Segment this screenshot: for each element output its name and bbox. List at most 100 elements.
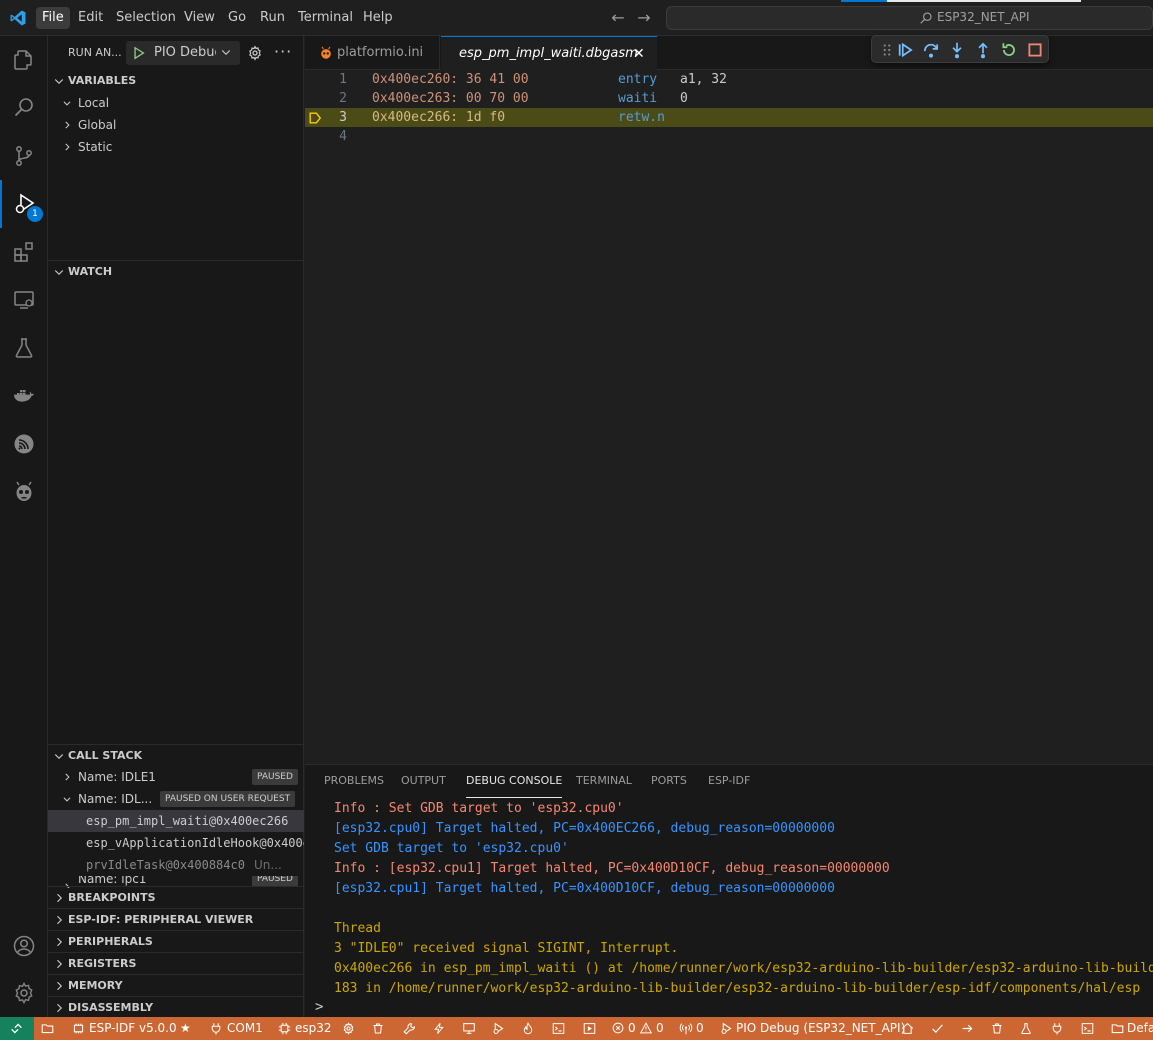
menu-view[interactable]: View: [178, 7, 221, 29]
debug-config-select[interactable]: PIO Debug: [126, 41, 240, 65]
flash-icon[interactable]: [433, 1022, 445, 1035]
run-debug-icon[interactable]: 1: [0, 180, 48, 228]
variables-scope-global[interactable]: Global: [48, 114, 304, 136]
memory-section-header[interactable]: MEMORY: [48, 974, 304, 996]
remote-indicator[interactable]: [0, 1017, 34, 1040]
tab-platformio-ini[interactable]: platformio.ini: [305, 36, 440, 70]
variables-scope-static[interactable]: Static: [48, 136, 304, 158]
menu-go[interactable]: Go: [222, 7, 252, 29]
code-line: 2 0x400ec263: 00 70 00 waiti 0: [305, 89, 1153, 108]
explorer-icon[interactable]: [0, 36, 48, 84]
project-environment[interactable]: Defa: [1127, 1017, 1153, 1040]
stack-frame-row[interactable]: prvIdleTask@0x400884c0 Un...: [48, 854, 304, 876]
stack-frame-row[interactable]: esp_vApplicationIdleHook@0x400ec: [48, 832, 304, 854]
warning-icon[interactable]: [640, 1022, 652, 1034]
variables-scope-local[interactable]: Local: [48, 92, 304, 114]
menu-help[interactable]: Help: [357, 7, 399, 29]
more-actions-icon[interactable]: ···: [274, 42, 292, 61]
accounts-icon[interactable]: [0, 922, 48, 970]
settings-gear-icon[interactable]: [342, 1022, 355, 1035]
tab-debug-console[interactable]: DEBUG CONSOLE: [466, 774, 563, 798]
disassembly-section-header[interactable]: DISASSEMBLY: [48, 996, 304, 1018]
menu-terminal[interactable]: Terminal: [292, 7, 359, 29]
start-debug-icon[interactable]: [132, 46, 146, 60]
run-task-icon[interactable]: [583, 1022, 596, 1035]
monitor-icon[interactable]: [462, 1022, 476, 1035]
extensions-icon[interactable]: [0, 228, 48, 276]
env-folder-icon[interactable]: [1111, 1022, 1124, 1035]
disassembly-editor[interactable]: 1 0x400ec260: 36 41 00 entry a1, 32 2 0x…: [305, 70, 1153, 764]
error-icon[interactable]: [612, 1022, 624, 1034]
tab-dbgasm[interactable]: esp_pm_impl_waiti.dbgasm ✕: [441, 36, 657, 70]
console-input-prompt[interactable]: >: [315, 999, 323, 1015]
tab-ports[interactable]: PORTS: [651, 774, 687, 798]
thread-row[interactable]: Name: IDLE1 PAUSED: [48, 766, 304, 788]
restart-icon[interactable]: [1000, 41, 1018, 59]
pio-terminal-icon[interactable]: [1081, 1022, 1094, 1035]
call-stack-section-header[interactable]: CALL STACK: [48, 744, 304, 766]
registers-section-header[interactable]: REGISTERS: [48, 952, 304, 974]
step-out-icon[interactable]: [974, 41, 992, 59]
console-line: 0x400ec266 in esp_pm_impl_waiti () at /h…: [334, 961, 1153, 976]
upload-arrow-icon[interactable]: [961, 1022, 974, 1035]
tab-terminal[interactable]: TERMINAL: [576, 774, 632, 798]
esp-idf-version[interactable]: ESP-IDF v5.0.0: [89, 1017, 177, 1040]
menu-edit[interactable]: Edit: [72, 7, 109, 29]
active-debug-config[interactable]: PIO Debug (ESP32_NET_API): [736, 1017, 905, 1040]
target-device[interactable]: esp32: [295, 1017, 332, 1040]
ports-count[interactable]: 0: [696, 1017, 704, 1040]
bottom-panel: PROBLEMS OUTPUT DEBUG CONSOLE TERMINAL P…: [305, 764, 1153, 1017]
ports-broadcast-icon[interactable]: [679, 1022, 693, 1035]
peripherals-section-header[interactable]: PERIPHERALS: [48, 930, 304, 952]
tab-output[interactable]: OUTPUT: [401, 774, 446, 798]
serial-port[interactable]: COM1: [227, 1017, 263, 1040]
close-icon[interactable]: ✕: [633, 37, 645, 71]
console-line: 183 in /home/runner/work/esp32-arduino-l…: [334, 981, 1141, 996]
continue-icon[interactable]: [896, 41, 914, 59]
step-into-icon[interactable]: [948, 41, 966, 59]
source-control-icon[interactable]: [0, 132, 48, 180]
test-flask-icon[interactable]: [1020, 1022, 1032, 1035]
warning-count[interactable]: 0: [656, 1017, 664, 1040]
docker-icon[interactable]: [0, 372, 48, 420]
variables-section-header[interactable]: VARIABLES: [48, 70, 304, 92]
terminal-icon[interactable]: [552, 1022, 565, 1035]
command-center-search[interactable]: ESP32_NET_API: [666, 6, 1153, 30]
frame-label: esp_vApplicationIdleHook@0x400ec: [86, 836, 304, 850]
tab-esp-idf[interactable]: ESP-IDF: [708, 774, 750, 798]
clean-trash-icon[interactable]: [991, 1022, 1003, 1035]
debug-bug-icon[interactable]: [492, 1022, 505, 1035]
debug-settings-gear-icon[interactable]: [247, 45, 263, 61]
flame-icon[interactable]: [522, 1022, 534, 1035]
chip-icon: [278, 1022, 291, 1035]
menu-run[interactable]: Run: [254, 7, 291, 29]
stack-frame-row[interactable]: esp_pm_impl_waiti@0x400ec266: [48, 810, 304, 832]
watch-section-header[interactable]: WATCH: [48, 260, 304, 282]
menu-file[interactable]: File: [36, 7, 70, 29]
testing-flask-icon[interactable]: [0, 324, 48, 372]
stop-icon[interactable]: [1026, 41, 1044, 59]
nav-back-icon[interactable]: ←: [608, 8, 628, 28]
star-icon[interactable]: ★: [180, 1017, 191, 1040]
serial-plug-icon[interactable]: [1051, 1022, 1063, 1035]
tab-problems[interactable]: PROBLEMS: [324, 774, 384, 798]
menu-selection[interactable]: Selection: [110, 7, 182, 29]
home-icon[interactable]: [901, 1022, 914, 1035]
step-over-icon[interactable]: [922, 41, 940, 59]
manage-gear-icon[interactable]: [0, 969, 48, 1017]
debug-run-icon[interactable]: [720, 1022, 733, 1035]
thread-row[interactable]: Name: IDL... PAUSED ON USER REQUEST: [48, 788, 304, 810]
drag-handle-icon[interactable]: [878, 41, 896, 59]
build-check-icon[interactable]: [931, 1022, 944, 1035]
error-count[interactable]: 0: [628, 1017, 636, 1040]
remote-explorer-icon[interactable]: [0, 276, 48, 324]
platformio-icon[interactable]: [0, 468, 48, 516]
espressif-icon[interactable]: [0, 420, 48, 468]
nav-forward-icon[interactable]: →: [634, 8, 654, 28]
wrench-icon[interactable]: [403, 1022, 416, 1035]
breakpoints-section-header[interactable]: BREAKPOINTS: [48, 886, 304, 908]
peripheral-viewer-section-header[interactable]: ESP-IDF: PERIPHERAL VIEWER: [48, 908, 304, 930]
folder-icon[interactable]: [41, 1022, 54, 1035]
search-view-icon[interactable]: [0, 84, 48, 132]
trash-icon[interactable]: [372, 1022, 384, 1035]
